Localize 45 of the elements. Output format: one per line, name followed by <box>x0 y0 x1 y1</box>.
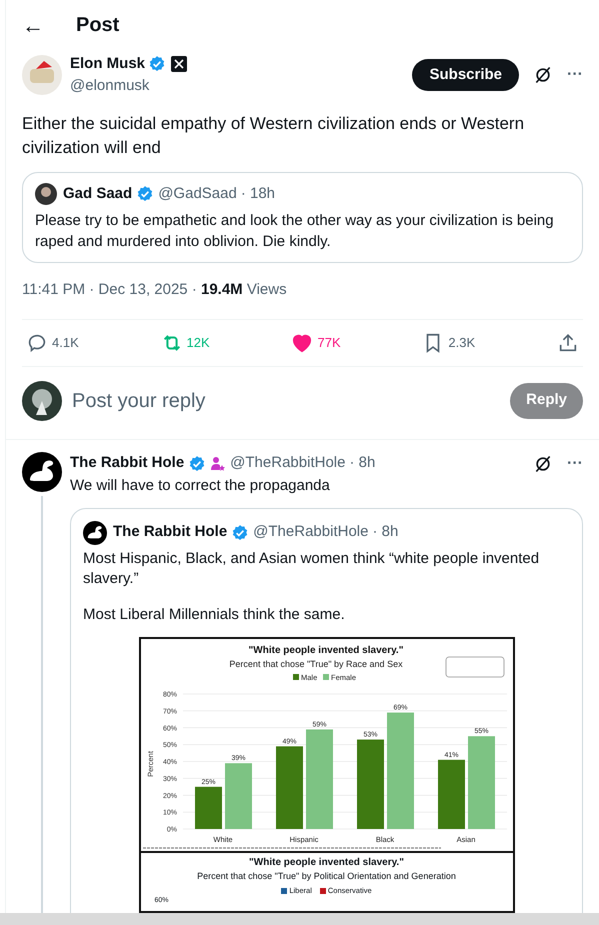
post-text: Either the suicidal empathy of Western civilization ends or Western civilization will end <box>22 113 526 159</box>
chart-subtitle: Percent that chose "True" by Political Orientation and Generation <box>197 870 456 883</box>
avatar <box>35 183 57 206</box>
page-title: Post <box>76 13 120 38</box>
view-count: 19.4M <box>200 280 244 300</box>
subscribe-button[interactable]: Subscribe <box>412 59 520 91</box>
author-name: The Rabbit Hole <box>113 522 228 542</box>
author-handle: @TheRabbitHole <box>253 522 368 542</box>
person-star-icon <box>210 456 226 472</box>
post-time: · 18h <box>240 184 276 204</box>
author-handle[interactable]: @elonmusk <box>70 75 404 98</box>
logo-badge <box>445 656 504 677</box>
views-label: Views <box>246 280 287 300</box>
author-name: Gad Saad <box>63 184 132 204</box>
x-logo-icon <box>171 56 188 72</box>
quoted-text: Most Liberal Millennials think the same. <box>83 604 346 624</box>
rabbit-logo-avatar <box>83 520 107 544</box>
chart-bar <box>224 762 252 828</box>
more-options[interactable]: ··· <box>567 452 583 476</box>
post-time: · 8h <box>372 522 398 542</box>
quoted-text: Most Hispanic, Black, and Asian women think “white people invented slavery.” <box>83 548 540 588</box>
rabbit-logo-avatar <box>22 452 62 492</box>
back-arrow[interactable]: ← <box>22 8 44 42</box>
quoted-text: Please try to be empathetic and look the other way as your civilization is being raped and murdered into oblivion. Die kindly. <box>35 210 555 252</box>
horizontal-scrollbar[interactable] <box>0 913 599 925</box>
bookmark-button[interactable]: 2.3K <box>422 332 476 354</box>
quoted-post-card[interactable]: Gad Saad @GadSaad · 18h Please try to be empathetic and look the other way as your civilization is being raped and murdered into oblivion. Die kindly. <box>22 172 583 262</box>
chart-title: "White people invented slavery." <box>249 856 404 870</box>
reply-button[interactable]: 4.1K <box>26 332 79 354</box>
author-name[interactable]: Elon Musk <box>70 52 146 75</box>
post-time: · 8h <box>349 453 376 474</box>
reply-text: We will have to correct the propaganda <box>70 476 331 496</box>
like-button[interactable]: 77K <box>291 332 341 354</box>
avatar <box>22 55 62 95</box>
chart-bar <box>438 759 464 828</box>
chart-image[interactable] <box>138 636 514 912</box>
chart-bar <box>194 786 222 828</box>
author-name[interactable]: The Rabbit Hole <box>70 452 184 475</box>
avatar <box>22 380 62 420</box>
author-handle: @GadSaad <box>158 184 237 204</box>
author-handle: @TheRabbitHole <box>230 453 346 474</box>
more-options[interactable]: ··· <box>567 63 583 87</box>
chart-title: "White people invented slavery." <box>248 644 403 656</box>
chart-subtitle: Percent that chose "True" by Race and Sex <box>228 658 402 668</box>
post-timestamp: 11:41 PM · Dec 13, 2025 · <box>22 280 198 300</box>
